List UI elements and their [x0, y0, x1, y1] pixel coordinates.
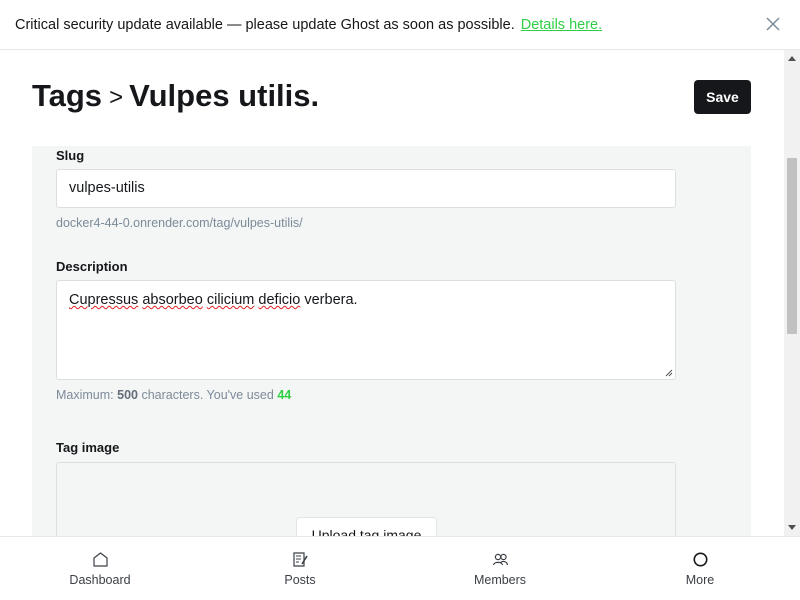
description-word: deficio — [258, 292, 301, 308]
description-char-count: Maximum: 500 characters. You've used 44 — [56, 388, 291, 402]
tag-image-dropzone[interactable]: Upload tag image — [56, 462, 676, 536]
banner-details-link[interactable]: Details here. — [521, 17, 602, 33]
members-icon — [492, 553, 508, 566]
security-update-banner: Critical security update available — ple… — [0, 0, 800, 50]
nav-label: Posts — [284, 573, 316, 587]
breadcrumb-tags[interactable]: Tags — [32, 78, 102, 114]
nav-posts[interactable]: Posts — [200, 537, 400, 600]
slug-input[interactable]: vulpes-utilis — [56, 169, 676, 208]
description-word: absorbeo — [142, 292, 203, 308]
nav-members[interactable]: Members — [400, 537, 600, 600]
scroll-down-icon[interactable] — [788, 525, 796, 530]
char-count-used: 44 — [277, 388, 292, 402]
description-word: verbera. — [304, 292, 358, 308]
home-icon — [92, 552, 108, 567]
char-count-prefix: Maximum: — [56, 388, 114, 402]
char-count-middle: characters. You've used — [141, 388, 274, 402]
scroll-up-icon[interactable] — [788, 56, 796, 61]
nav-label: Dashboard — [69, 573, 131, 587]
description-label: Description — [56, 259, 128, 274]
slug-value: vulpes-utilis — [69, 180, 145, 196]
char-count-max: 500 — [117, 388, 138, 402]
scrollbar[interactable] — [784, 50, 800, 536]
description-word: Cupressus — [69, 292, 139, 308]
resize-handle-icon[interactable] — [665, 369, 673, 377]
tag-settings-panel: Slug vulpes-utilis docker4-44-0.onrender… — [32, 146, 751, 536]
page-header: Tags > Vulpes utilis. — [32, 78, 319, 114]
nav-label: More — [685, 573, 715, 587]
slug-url-hint: docker4-44-0.onrender.com/tag/vulpes-uti… — [56, 216, 303, 230]
upload-tag-image-button[interactable]: Upload tag image — [296, 517, 437, 536]
slug-label: Slug — [56, 148, 85, 163]
close-icon[interactable] — [764, 15, 782, 33]
nav-dashboard[interactable]: Dashboard — [0, 537, 200, 600]
scrollbar-thumb[interactable] — [787, 158, 797, 334]
save-button[interactable]: Save — [694, 80, 751, 114]
banner-text: Critical security update available — ple… — [15, 16, 515, 33]
more-circle-icon — [693, 552, 707, 567]
page-title: Vulpes utilis. — [129, 78, 320, 113]
description-word: cilicium — [206, 292, 255, 308]
tag-image-label: Tag image — [56, 440, 120, 455]
bottom-navigation: Dashboard Posts Members More — [0, 536, 800, 600]
posts-icon — [292, 552, 308, 567]
breadcrumb-separator: > — [109, 84, 124, 111]
main-content: Tags > Vulpes utilis. Save Slug vulpes-u… — [0, 50, 784, 536]
nav-more[interactable]: More — [600, 537, 800, 600]
nav-label: Members — [473, 573, 527, 587]
description-textarea[interactable]: Cupressus absorbeo cilicium deficio verb… — [56, 280, 676, 380]
